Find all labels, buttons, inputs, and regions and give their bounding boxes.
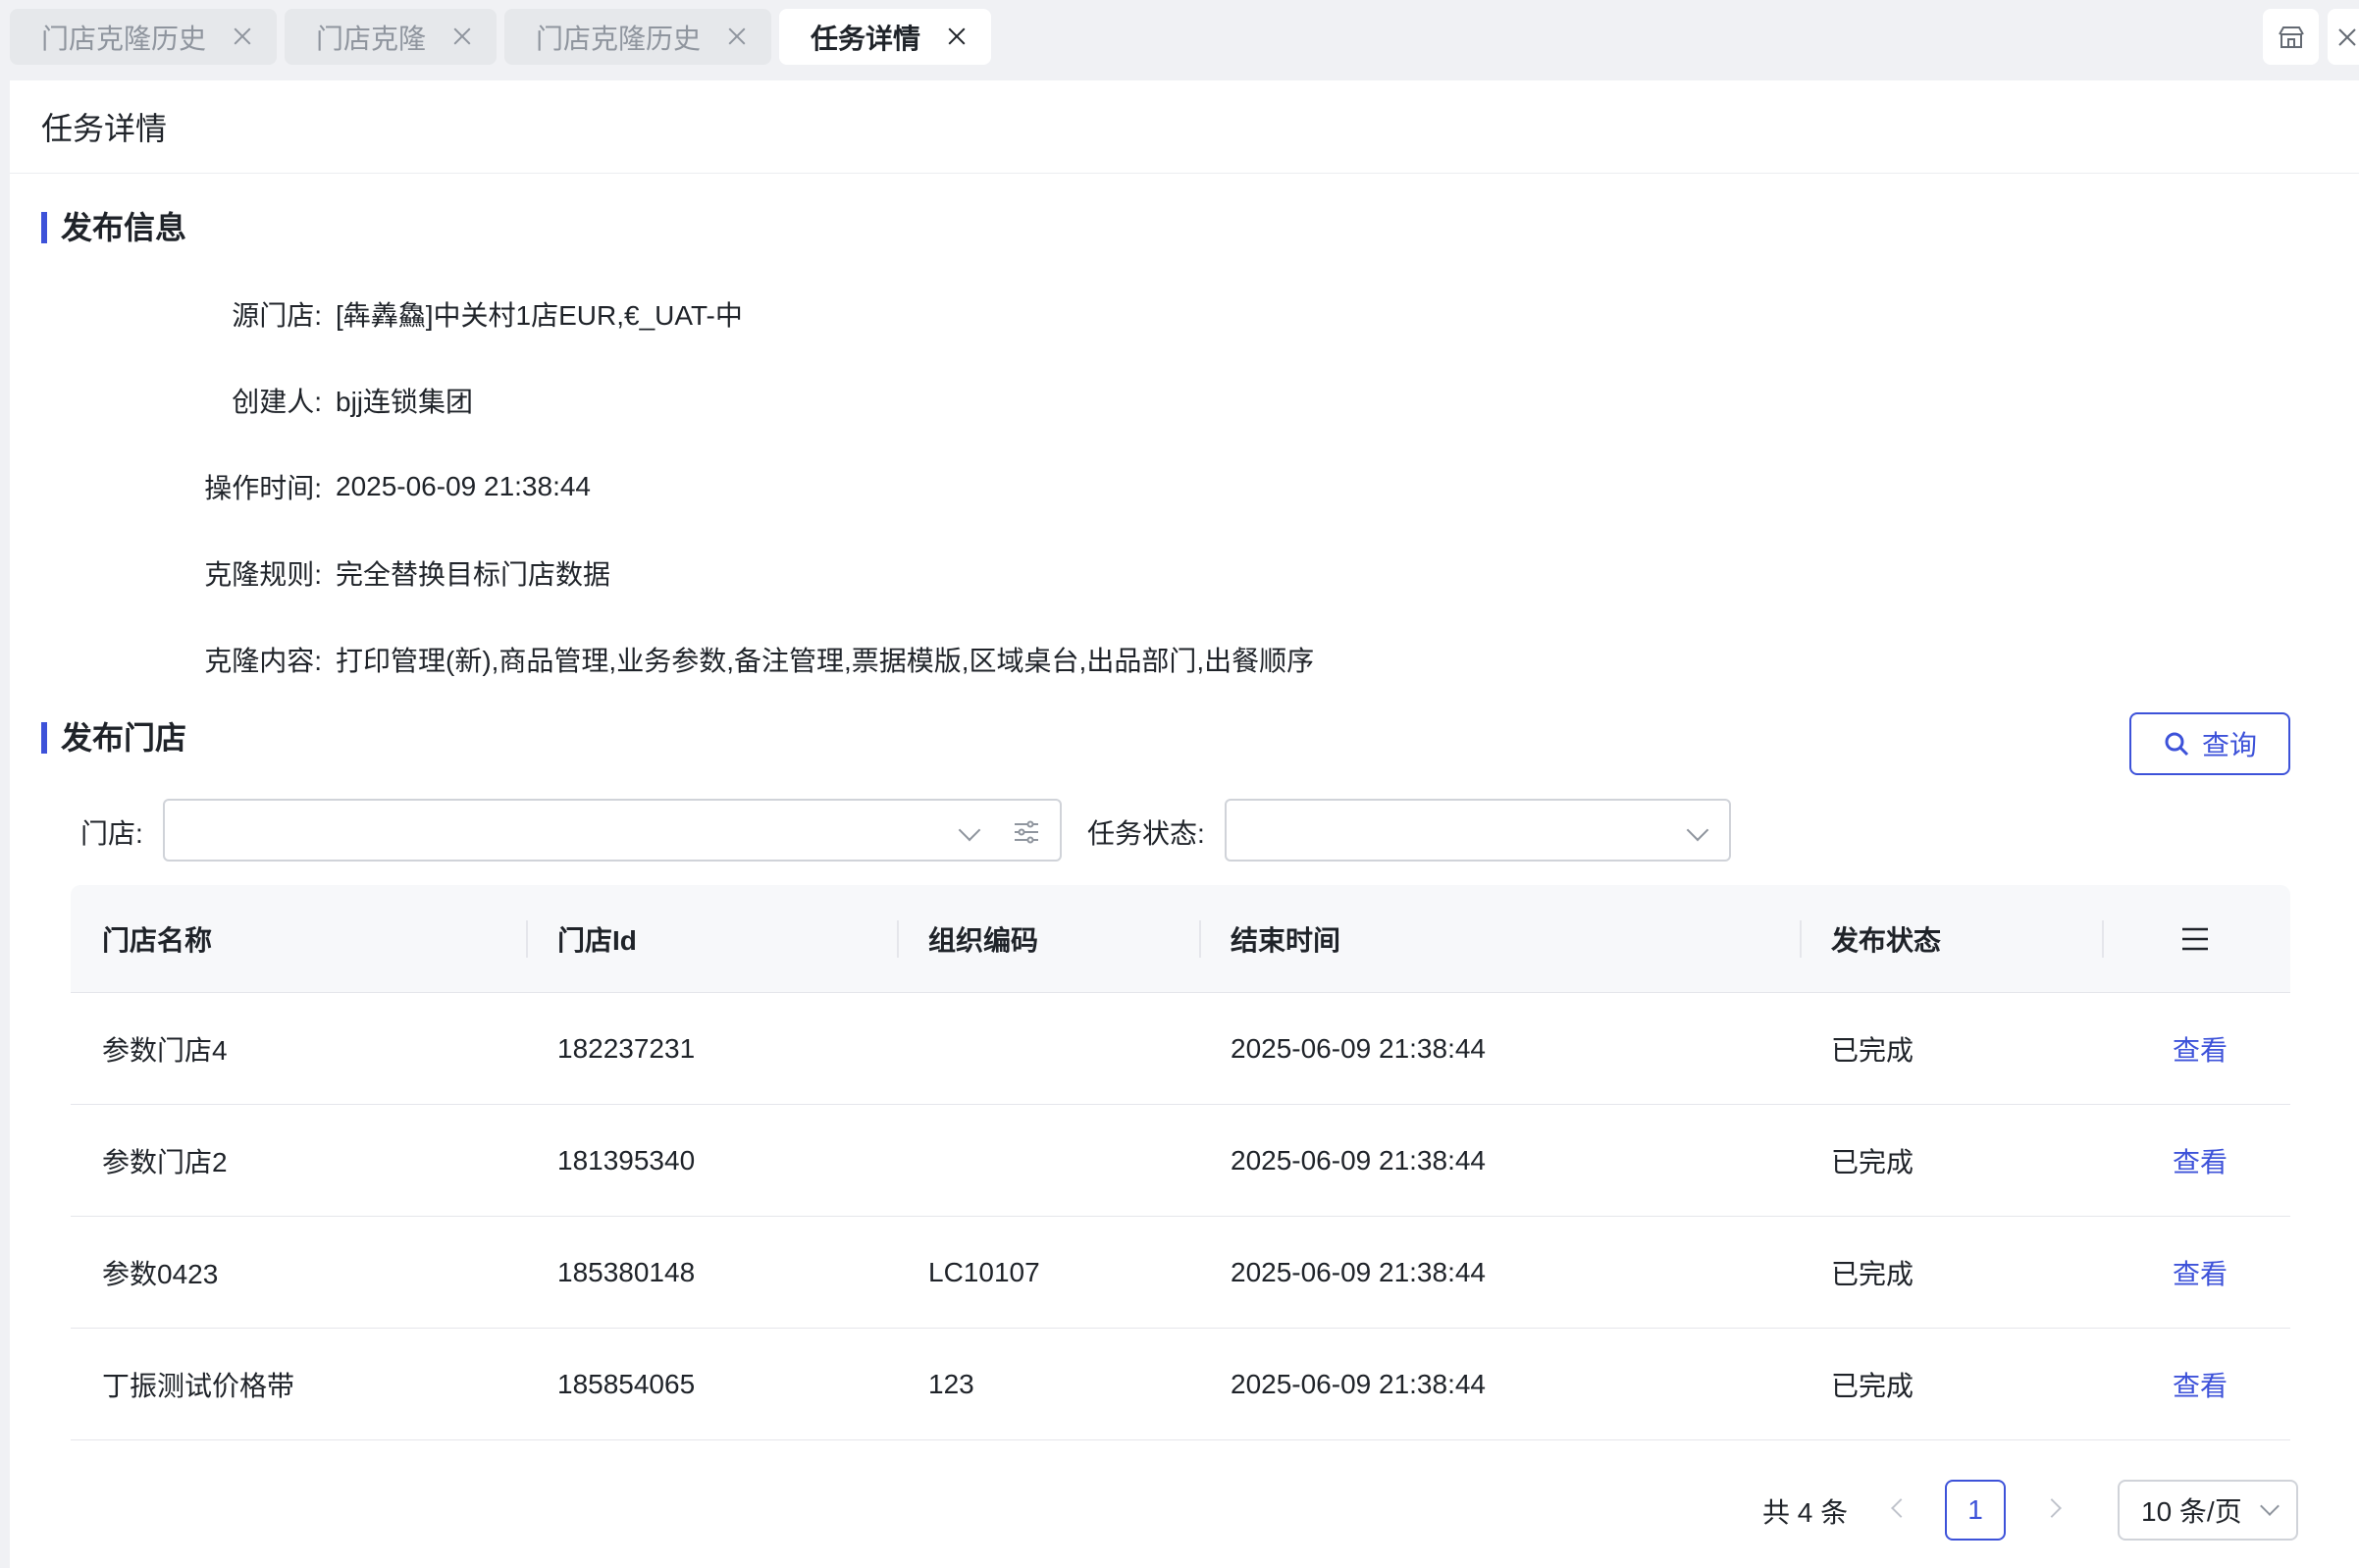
view-link[interactable]: 查看	[2173, 993, 2228, 1105]
cell-store-name: 参数0423	[102, 1259, 219, 1289]
info-value: [犇羴鱻]中关村1店EUR,€_UAT-中	[336, 300, 743, 331]
task-status-select[interactable]	[1225, 799, 1731, 862]
tab-store-clone-history-1[interactable]: 门店克隆历史	[10, 9, 277, 65]
home-button[interactable]	[2263, 9, 2319, 65]
divider	[10, 173, 2359, 174]
cell-store-id: 182237231	[557, 1033, 696, 1064]
table-row: 丁振测试价格带 185854065 123 2025-06-09 21:38:4…	[71, 1329, 2290, 1440]
info-label: 操作时间:	[204, 473, 322, 503]
chevron-down-icon	[1686, 818, 1709, 842]
close-icon[interactable]	[728, 27, 746, 45]
query-button-label: 查询	[2201, 730, 2257, 760]
tab-label: 任务详情	[811, 23, 921, 54]
view-link[interactable]: 查看	[2173, 1105, 2228, 1217]
col-store-name: 门店名称	[102, 925, 213, 956]
page-button-current[interactable]: 1	[1945, 1480, 2006, 1541]
cell-end-time: 2025-06-09 21:38:44	[1231, 1257, 1486, 1287]
close-icon[interactable]	[948, 27, 966, 45]
section-publish-stores: 发布门店	[41, 720, 186, 756]
cell-end-time: 2025-06-09 21:38:44	[1231, 1369, 1486, 1399]
cell-store-name: 参数门店4	[102, 1035, 228, 1066]
tab-store-clone-history-2[interactable]: 门店克隆历史	[504, 9, 771, 65]
cell-status: 已完成	[1831, 1259, 1914, 1289]
store-filter-label: 门店:	[80, 818, 143, 849]
info-value: 2025-06-09 21:38:44	[336, 471, 591, 501]
chevron-down-icon	[2260, 1496, 2280, 1516]
cell-org-code: 123	[928, 1369, 974, 1399]
col-separator	[897, 920, 899, 958]
close-icon[interactable]	[453, 27, 471, 45]
fullscreen-button[interactable]	[2328, 9, 2359, 65]
table-header: 门店名称 门店Id 组织编码 结束时间 发布状态	[71, 885, 2290, 993]
info-row-clone-rule: 克隆规则: 完全替换目标门店数据	[10, 553, 610, 593]
col-org-code: 组织编码	[928, 925, 1039, 956]
tab-label: 门店克隆历史	[536, 23, 702, 54]
info-value: 完全替换目标门店数据	[336, 559, 611, 590]
view-link[interactable]: 查看	[2173, 1217, 2228, 1329]
cell-store-name: 参数门店2	[102, 1147, 228, 1177]
cell-store-name: 丁振测试价格带	[102, 1371, 295, 1401]
info-value: bjj连锁集团	[336, 387, 474, 417]
search-icon	[2165, 732, 2189, 757]
page-size-value: 10 条/页	[2141, 1496, 2242, 1527]
col-store-id: 门店Id	[557, 925, 637, 956]
col-separator	[1199, 920, 1201, 958]
query-button[interactable]: 查询	[2129, 712, 2290, 775]
col-separator	[526, 920, 528, 958]
col-publish-status: 发布状态	[1831, 925, 1942, 956]
table-row: 参数0423 185380148 LC10107 2025-06-09 21:3…	[71, 1217, 2290, 1329]
cell-store-id: 181395340	[557, 1145, 696, 1176]
view-link[interactable]: 查看	[2173, 1329, 2228, 1440]
info-value: 打印管理(新),商品管理,业务参数,备注管理,票据模版,区域桌台,出品部门,出餐…	[336, 646, 1315, 676]
info-row-source-store: 源门店: [犇羴鱻]中关村1店EUR,€_UAT-中	[10, 294, 743, 334]
info-label: 克隆内容:	[204, 646, 322, 676]
chevron-down-icon	[958, 818, 981, 842]
store-select[interactable]	[163, 799, 1062, 862]
cell-store-id: 185380148	[557, 1257, 696, 1287]
close-icon[interactable]	[234, 27, 251, 45]
tab-label: 门店克隆历史	[41, 23, 207, 54]
tab-label: 门店克隆	[316, 23, 427, 54]
col-separator	[1800, 920, 1802, 958]
cell-status: 已完成	[1831, 1147, 1914, 1177]
info-label: 克隆规则:	[204, 559, 322, 590]
cell-end-time: 2025-06-09 21:38:44	[1231, 1145, 1486, 1176]
page-title: 任务详情	[41, 111, 168, 146]
table-row: 参数门店4 182237231 2025-06-09 21:38:44 已完成 …	[71, 993, 2290, 1105]
cell-store-id: 185854065	[557, 1369, 696, 1399]
filter-settings-icon[interactable]	[1013, 818, 1040, 846]
status-filter-label: 任务状态:	[1087, 818, 1205, 849]
store-table: 门店名称 门店Id 组织编码 结束时间 发布状态 参数门店4 182237231…	[71, 885, 2290, 1440]
expand-icon	[2338, 27, 2356, 46]
tab-store-clone[interactable]: 门店克隆	[285, 9, 497, 65]
col-end-time: 结束时间	[1231, 925, 1341, 956]
pagination-total: 共 4 条	[1762, 1497, 1849, 1528]
cell-status: 已完成	[1831, 1371, 1914, 1401]
page-size-select[interactable]: 10 条/页	[2118, 1480, 2298, 1541]
menu-icon	[2182, 927, 2208, 951]
cell-end-time: 2025-06-09 21:38:44	[1231, 1033, 1486, 1064]
section-publish-info: 发布信息	[41, 210, 186, 245]
info-row-clone-content: 克隆内容: 打印管理(新),商品管理,业务参数,备注管理,票据模版,区域桌台,出…	[10, 640, 1314, 679]
col-separator	[2102, 920, 2104, 958]
cell-status: 已完成	[1831, 1035, 1914, 1066]
info-label: 创建人:	[232, 387, 322, 417]
tab-task-detail[interactable]: 任务详情	[779, 9, 991, 65]
table-row: 参数门店2 181395340 2025-06-09 21:38:44 已完成 …	[71, 1105, 2290, 1217]
info-row-creator: 创建人: bjj连锁集团	[10, 381, 473, 420]
store-icon	[2278, 26, 2304, 48]
column-settings-button[interactable]	[2180, 885, 2210, 993]
info-row-operate-time: 操作时间: 2025-06-09 21:38:44	[10, 467, 591, 506]
cell-org-code: LC10107	[928, 1257, 1040, 1287]
info-label: 源门店:	[232, 300, 322, 331]
tab-bar: 门店克隆历史 门店克隆 门店克隆历史 任务详情	[0, 0, 2359, 78]
